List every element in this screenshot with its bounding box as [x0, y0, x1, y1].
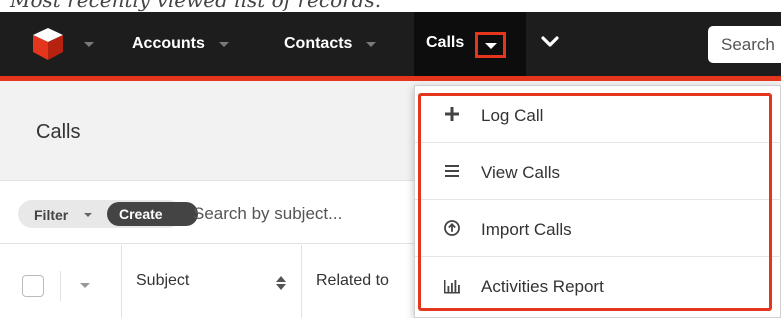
menu-item-label: Activities Report — [481, 277, 604, 296]
list-icon — [445, 165, 459, 177]
menu-item-label: Import Calls — [481, 220, 572, 239]
caret-down-icon — [485, 43, 497, 49]
menu-item-activities-report[interactable]: Activities Report — [415, 257, 781, 314]
plus-icon — [445, 107, 459, 121]
column-label: Subject — [136, 272, 190, 289]
column-header-related-to[interactable]: Related to — [316, 272, 389, 290]
chevron-down-icon[interactable] — [366, 41, 377, 47]
menu-item-log-call[interactable]: Log Call — [415, 86, 781, 143]
subject-search-input[interactable]: Search by subject... — [193, 204, 342, 224]
nav-item-label: Contacts — [284, 35, 353, 52]
filter-pill: Filter Create — [18, 200, 198, 228]
create-filter-button[interactable]: Create — [107, 202, 198, 226]
mass-actions-caret-icon[interactable] — [80, 283, 90, 288]
chevron-down-icon[interactable] — [218, 41, 229, 47]
nav-item-calls[interactable]: Calls — [414, 12, 526, 76]
nav-item-contacts[interactable]: Contacts — [284, 12, 377, 76]
sugar-cube-logo-icon[interactable] — [30, 26, 66, 62]
filter-dropdown[interactable]: Filter — [34, 207, 68, 223]
filter-caret-icon[interactable] — [84, 213, 92, 217]
nav-item-accounts[interactable]: Accounts — [132, 12, 229, 76]
nav-item-label: Calls — [426, 34, 465, 51]
select-all-cell — [0, 245, 122, 318]
menu-item-import-calls[interactable]: Import Calls — [415, 200, 781, 257]
global-search-input[interactable]: Search — [708, 26, 781, 63]
select-all-checkbox[interactable] — [22, 275, 44, 297]
nav-item-label: Accounts — [132, 35, 205, 52]
page-title: Calls — [36, 121, 81, 143]
divider — [60, 271, 61, 301]
search-placeholder: Search — [721, 35, 775, 54]
logo-menu-caret-icon[interactable] — [84, 42, 94, 47]
menu-item-view-calls[interactable]: View Calls — [415, 143, 781, 200]
caption-text: Most recently viewed list of records. — [10, 0, 382, 12]
caption-strip: Most recently viewed list of records. — [0, 0, 781, 12]
calls-menu-toggle-button[interactable] — [475, 32, 506, 58]
upload-circle-icon — [444, 220, 460, 236]
bar-chart-icon — [444, 280, 460, 294]
more-modules-chevron-icon[interactable] — [540, 34, 560, 50]
calls-dropdown-menu: Log Call View Calls Import Calls Activit… — [414, 85, 781, 318]
top-navbar: Accounts Contacts Calls Search — [0, 12, 781, 76]
sort-icon[interactable] — [276, 276, 286, 290]
menu-item-label: View Calls — [481, 163, 561, 182]
column-header-subject[interactable]: Subject — [122, 245, 302, 318]
menu-item-label: Log Call — [481, 106, 544, 125]
